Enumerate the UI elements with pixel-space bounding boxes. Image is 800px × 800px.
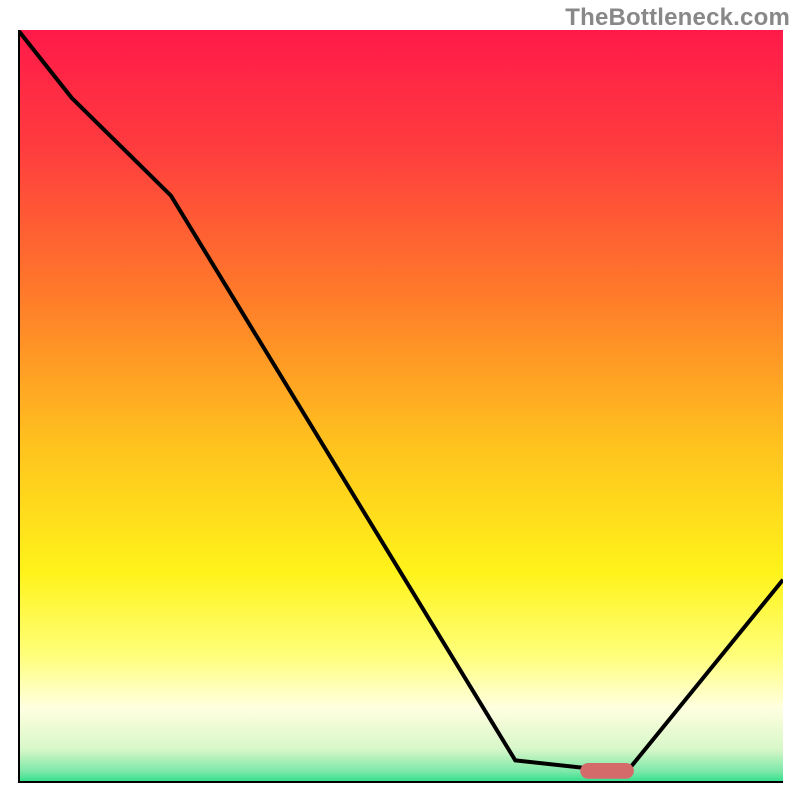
- chart-canvas: TheBottleneck.com: [0, 0, 800, 800]
- bottleneck-chart: [18, 30, 783, 783]
- optimum-marker: [580, 763, 634, 779]
- watermark-text: TheBottleneck.com: [565, 4, 790, 32]
- chart-background: [18, 30, 783, 783]
